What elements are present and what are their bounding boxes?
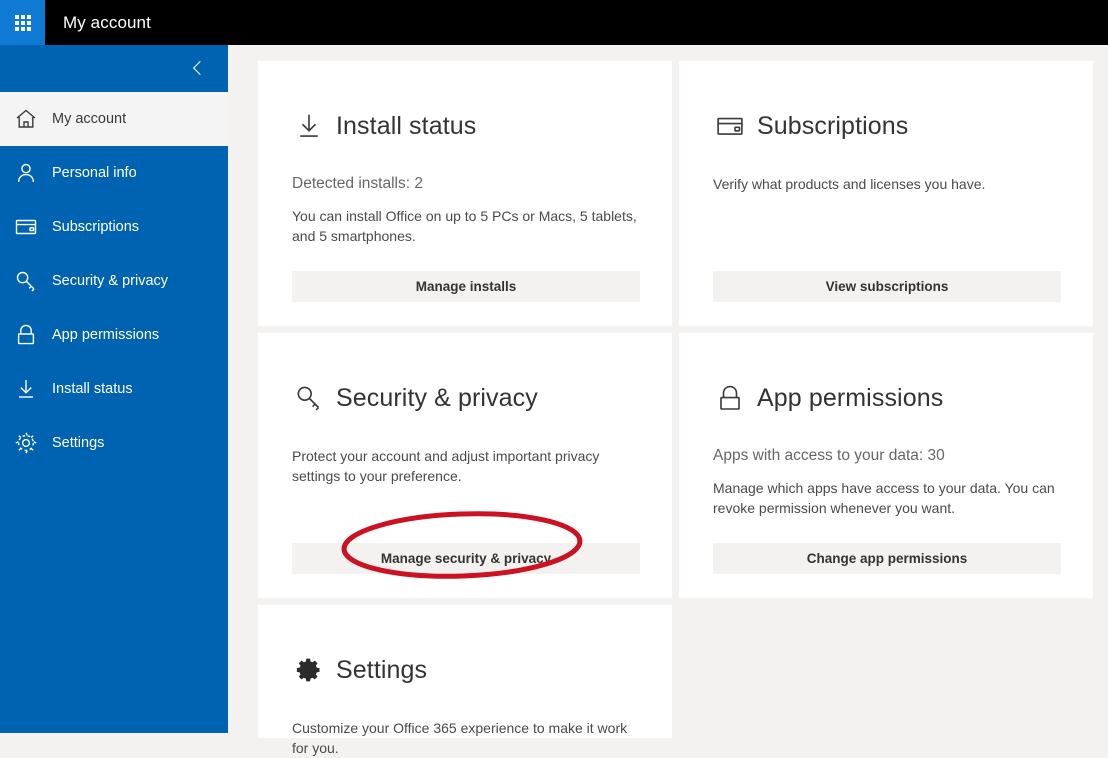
card-title: Security & privacy (336, 383, 538, 412)
sidebar-nav: My account Personal info Subscriptions S… (0, 45, 228, 733)
card-settings: Settings Customize your Office 365 exper… (258, 605, 672, 756)
card-security-privacy: Security & privacy Protect your account … (258, 333, 672, 598)
credit-card-icon (12, 213, 40, 241)
card-app-permissions: App permissions Apps with access to your… (679, 333, 1093, 598)
card-title: Settings (336, 655, 428, 684)
card-subscriptions: Subscriptions Verify what products and l… (679, 61, 1093, 326)
card-header: Security & privacy (292, 363, 638, 434)
card-header: Subscriptions (713, 91, 1059, 162)
card-header: Install status (292, 91, 638, 162)
key-icon (12, 267, 40, 295)
main-content: Install status Detected installs: 2 You … (228, 45, 1108, 756)
gear-icon (12, 429, 40, 457)
sidebar-item-label: Security & privacy (52, 273, 169, 289)
sidebar-item-my-account[interactable]: My account (0, 92, 228, 146)
card-title: Install status (336, 111, 477, 140)
lock-icon (713, 381, 747, 415)
card-title: Subscriptions (757, 111, 909, 140)
view-subscriptions-button[interactable]: View subscriptions (713, 271, 1061, 302)
sidebar-item-app-permissions[interactable]: App permissions (0, 308, 228, 362)
account-card-grid: Install status Detected installs: 2 You … (258, 61, 1098, 756)
app-launcher-waffle-icon[interactable] (0, 0, 45, 45)
card-install-status: Install status Detected installs: 2 You … (258, 61, 672, 326)
sidebar-item-label: My account (52, 111, 127, 127)
card-description: You can install Office on up to 5 PCs or… (292, 207, 637, 244)
manage-security-privacy-button[interactable]: Manage security & privacy (292, 543, 640, 574)
card-description: Protect your account and adjust importan… (292, 447, 600, 484)
sidebar-item-label: Personal info (52, 165, 137, 181)
sidebar-item-label: App permissions (52, 327, 160, 343)
chevron-left-icon (191, 61, 206, 76)
card-header: Settings (292, 635, 638, 706)
card-stat: Detected installs: 2 (292, 174, 423, 192)
download-icon (292, 109, 326, 143)
sidebar-item-subscriptions[interactable]: Subscriptions (0, 200, 228, 254)
sidebar-item-label: Settings (52, 435, 105, 451)
key-icon (292, 381, 326, 415)
waffle-grid-glyph (14, 14, 31, 31)
download-icon (12, 375, 40, 403)
card-stat: Apps with access to your data: 30 (713, 446, 945, 464)
person-icon (12, 159, 40, 187)
card-header: App permissions (713, 363, 1059, 434)
card-title: App permissions (757, 383, 944, 412)
sidebar-item-label: Install status (52, 381, 133, 397)
lock-icon (12, 321, 40, 349)
suite-header-bar: My account (0, 0, 1108, 45)
gear-icon (292, 653, 326, 687)
sidebar-item-install-status[interactable]: Install status (0, 362, 228, 416)
sidebar-collapse-button[interactable] (0, 45, 228, 92)
sidebar-item-label: Subscriptions (52, 219, 140, 235)
credit-card-icon (713, 109, 747, 143)
manage-installs-button[interactable]: Manage installs (292, 271, 640, 302)
sidebar-item-personal-info[interactable]: Personal info (0, 146, 228, 200)
page-title: My account (63, 13, 151, 32)
sidebar-item-security-privacy[interactable]: Security & privacy (0, 254, 228, 308)
sidebar-item-settings[interactable]: Settings (0, 416, 228, 470)
card-description: Manage which apps have access to your da… (713, 479, 1055, 516)
change-app-permissions-button[interactable]: Change app permissions (713, 543, 1061, 574)
my-account-page: My account My account Personal info Subs… (0, 0, 1108, 756)
card-description: Customize your Office 365 experience to … (292, 719, 628, 756)
home-icon (12, 105, 40, 133)
card-description: Verify what products and licenses you ha… (713, 175, 986, 192)
